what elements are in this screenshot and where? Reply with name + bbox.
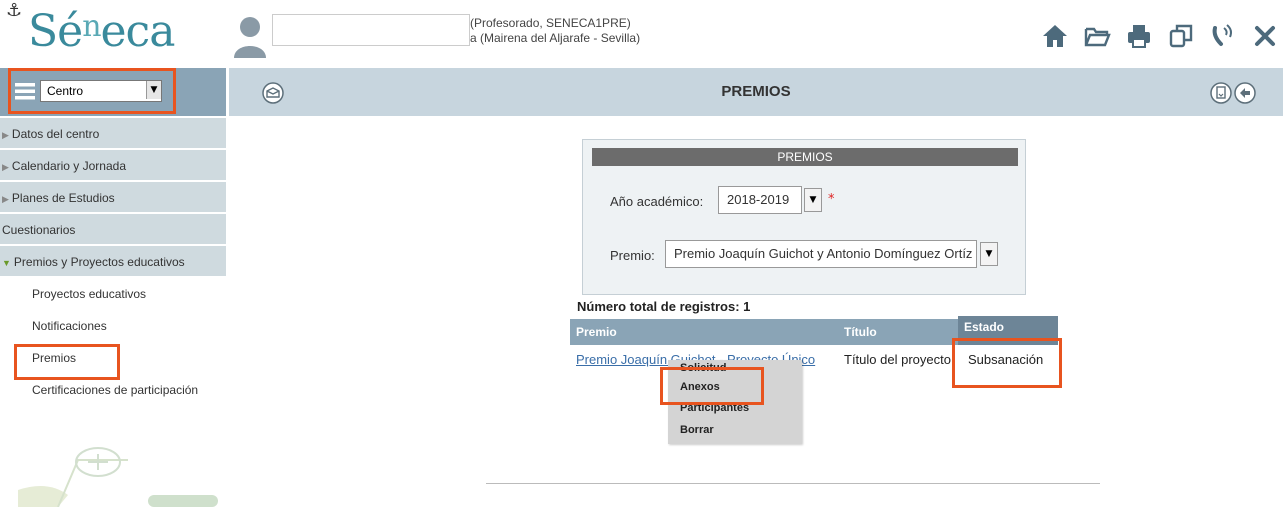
sidebar-item-notificaciones[interactable]: Notificaciones — [0, 310, 226, 342]
total-records: Número total de registros: 1 — [577, 299, 751, 314]
triangle-down-icon: ▼ — [2, 258, 11, 268]
ano-academico-select[interactable]: 2018-2019 — [718, 186, 802, 214]
home-icon[interactable] — [1037, 18, 1073, 54]
sidebar-item-label: Datos del centro — [11, 127, 100, 141]
ano-academico-label: Año académico: — [610, 194, 704, 209]
seneca-logo[interactable]: Séneca — [28, 6, 176, 57]
menu-item-borrar[interactable]: Borrar — [680, 424, 714, 436]
logo-text-suffix: eca — [100, 6, 176, 57]
sidebar-item-label: Certificaciones de participación — [32, 383, 199, 397]
sidebar-item-label: Calendario y Jornada — [11, 159, 126, 173]
title-actions — [1210, 82, 1256, 104]
highlight-frame-selector — [8, 68, 176, 114]
triangle-right-icon: ▶ — [2, 130, 9, 140]
sidebar-item-premios-proyectos[interactable]: ▼ Premios y Proyectos educativos — [0, 246, 226, 278]
close-icon[interactable] — [1247, 18, 1283, 54]
triangle-right-icon: ▶ — [2, 194, 9, 204]
page-title: PREMIOS — [721, 83, 791, 100]
chevron-down-icon[interactable]: ▼ — [980, 242, 998, 266]
highlight-frame-estado — [952, 338, 1062, 388]
sidebar-item-datos-centro[interactable]: ▶ Datos del centro — [0, 118, 226, 150]
back-arrow-icon[interactable] — [1234, 82, 1256, 104]
sidebar-item-label: Planes de Estudios — [11, 191, 115, 205]
document-icon[interactable] — [1210, 82, 1232, 104]
sidebar-item-label: Notificaciones — [32, 319, 107, 333]
header-toolbar — [1037, 18, 1283, 54]
sidebar-item-cuestionarios[interactable]: Cuestionarios — [0, 214, 226, 246]
premio-label: Premio: — [610, 248, 655, 263]
sidebar-item-label: Cuestionarios — [2, 223, 76, 237]
user-profile-text: (Profesorado, SENECA1PRE) — [470, 16, 631, 30]
row-titulo-cell: Título del proyecto — [844, 352, 951, 367]
user-avatar-icon — [232, 16, 268, 58]
user-name-box — [272, 14, 470, 46]
logo-text-sup: n — [82, 9, 101, 44]
filter-panel-title: PREMIOS — [592, 148, 1018, 166]
sidebar-item-label: Premios y Proyectos educativos — [13, 255, 185, 269]
required-marker: * — [828, 192, 835, 207]
premio-select[interactable]: Premio Joaquín Guichot y Antonio Domíngu… — [665, 240, 977, 268]
column-header-titulo[interactable]: Título — [838, 319, 958, 345]
triangle-right-icon: ▶ — [2, 162, 9, 172]
user-center-text: a (Mairena del Aljarafe - Sevilla) — [470, 31, 641, 45]
print-icon[interactable] — [1121, 18, 1157, 54]
anchor-icon: ⚓ — [6, 0, 23, 21]
sidebar-item-planes[interactable]: ▶ Planes de Estudios — [0, 182, 226, 214]
chevron-down-icon[interactable]: ▼ — [804, 188, 822, 212]
sidebar-item-calendario[interactable]: ▶ Calendario y Jornada — [0, 150, 226, 182]
phone-icon[interactable] — [1205, 18, 1241, 54]
windows-icon[interactable] — [1163, 18, 1199, 54]
logo-text-prefix: Sé — [28, 6, 83, 57]
sidebar-item-proyectos-educativos[interactable]: Proyectos educativos — [0, 278, 226, 310]
mail-icon[interactable] — [262, 82, 284, 104]
folder-icon[interactable] — [1079, 18, 1115, 54]
divider — [486, 483, 1100, 484]
decorative-graphic — [18, 440, 218, 508]
sidebar-item-label: Proyectos educativos — [32, 287, 147, 301]
highlight-frame-premios — [14, 344, 120, 380]
highlight-frame-anexos — [660, 367, 764, 405]
column-header-premio[interactable]: Premio — [570, 319, 838, 345]
